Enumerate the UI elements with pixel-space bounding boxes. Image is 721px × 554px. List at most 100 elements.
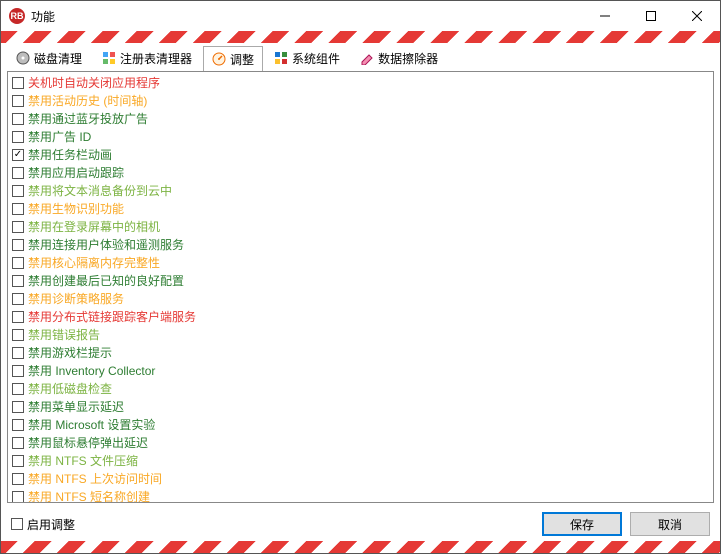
- list-item: 禁用通过蓝牙投放广告: [8, 110, 713, 128]
- tab-components[interactable]: 系统组件: [265, 45, 349, 71]
- item-checkbox[interactable]: [12, 365, 24, 377]
- item-label[interactable]: 禁用任务栏动画: [28, 146, 112, 164]
- tab-eraser[interactable]: 数据擦除器: [351, 45, 447, 71]
- item-checkbox[interactable]: [12, 221, 24, 233]
- item-checkbox[interactable]: [12, 473, 24, 485]
- item-label[interactable]: 禁用诊断策略服务: [28, 290, 124, 308]
- registry-icon: [102, 51, 116, 65]
- list-item: 禁用游戏栏提示: [8, 344, 713, 362]
- item-checkbox[interactable]: [12, 293, 24, 305]
- tab-disk[interactable]: 磁盘清理: [7, 45, 91, 71]
- list-item: 禁用分布式链接跟踪客户端服务: [8, 308, 713, 326]
- item-checkbox[interactable]: [12, 311, 24, 323]
- item-label[interactable]: 禁用鼠标悬停弹出延迟: [28, 434, 148, 452]
- item-label[interactable]: 禁用 NTFS 上次访问时间: [28, 470, 162, 488]
- item-label[interactable]: 禁用活动历史 (时间轴): [28, 92, 147, 110]
- list-item: 禁用 NTFS 文件压缩: [8, 452, 713, 470]
- item-checkbox[interactable]: [12, 383, 24, 395]
- titlebar: RB 功能: [1, 1, 720, 31]
- item-checkbox[interactable]: [12, 329, 24, 341]
- item-label[interactable]: 禁用广告 ID: [28, 128, 91, 146]
- tab-tune[interactable]: 调整: [203, 46, 263, 72]
- maximize-button[interactable]: [628, 1, 674, 31]
- list-item: 禁用 Inventory Collector: [8, 362, 713, 380]
- item-label[interactable]: 禁用游戏栏提示: [28, 344, 112, 362]
- list-item: 禁用核心隔离内存完整性: [8, 254, 713, 272]
- item-label[interactable]: 禁用错误报告: [28, 326, 100, 344]
- save-button[interactable]: 保存: [542, 512, 622, 536]
- components-icon: [274, 51, 288, 65]
- item-checkbox[interactable]: [12, 167, 24, 179]
- item-label[interactable]: 禁用创建最后已知的良好配置: [28, 272, 184, 290]
- item-label[interactable]: 禁用通过蓝牙投放广告: [28, 110, 148, 128]
- item-checkbox[interactable]: [12, 113, 24, 125]
- item-checkbox[interactable]: [12, 77, 24, 89]
- list-item: 禁用错误报告: [8, 326, 713, 344]
- eraser-icon: [360, 51, 374, 65]
- item-label[interactable]: 关机时自动关闭应用程序: [28, 74, 160, 92]
- tab-label: 系统组件: [292, 50, 340, 67]
- close-button[interactable]: [674, 1, 720, 31]
- item-label[interactable]: 禁用应用启动跟踪: [28, 164, 124, 182]
- item-checkbox[interactable]: [12, 491, 24, 502]
- list-item: 禁用广告 ID: [8, 128, 713, 146]
- disk-icon: [16, 51, 30, 65]
- item-label[interactable]: 禁用低磁盘检查: [28, 380, 112, 398]
- item-checkbox[interactable]: [12, 437, 24, 449]
- item-label[interactable]: 禁用 NTFS 文件压缩: [28, 452, 138, 470]
- tab-label: 注册表清理器: [120, 50, 192, 67]
- list-item: 禁用将文本消息备份到云中: [8, 182, 713, 200]
- tab-label: 数据擦除器: [378, 50, 438, 67]
- list-item: 禁用创建最后已知的良好配置: [8, 272, 713, 290]
- item-label[interactable]: 禁用在登录屏幕中的相机: [28, 218, 160, 236]
- list-item: 禁用应用启动跟踪: [8, 164, 713, 182]
- tune-icon: [212, 52, 226, 66]
- options-list[interactable]: 关机时自动关闭应用程序禁用活动历史 (时间轴)禁用通过蓝牙投放广告禁用广告 ID…: [8, 72, 713, 502]
- enable-tweak-checkbox[interactable]: [11, 518, 23, 530]
- footer: 启用调整 保存 取消: [1, 507, 720, 541]
- list-item: 禁用低磁盘检查: [8, 380, 713, 398]
- item-checkbox[interactable]: [12, 185, 24, 197]
- item-checkbox[interactable]: [12, 239, 24, 251]
- bottom-stripe: [1, 541, 720, 553]
- list-item: 禁用在登录屏幕中的相机: [8, 218, 713, 236]
- tab-label: 磁盘清理: [34, 50, 82, 67]
- top-stripe: [1, 31, 720, 43]
- item-checkbox[interactable]: [12, 149, 24, 161]
- item-checkbox[interactable]: [12, 203, 24, 215]
- item-label[interactable]: 禁用生物识别功能: [28, 200, 124, 218]
- list-item: 禁用 Microsoft 设置实验: [8, 416, 713, 434]
- item-checkbox[interactable]: [12, 455, 24, 467]
- item-checkbox[interactable]: [12, 347, 24, 359]
- cancel-button[interactable]: 取消: [630, 512, 710, 536]
- item-label[interactable]: 禁用将文本消息备份到云中: [28, 182, 172, 200]
- item-checkbox[interactable]: [12, 95, 24, 107]
- item-label[interactable]: 禁用 Microsoft 设置实验: [28, 416, 155, 434]
- item-checkbox[interactable]: [12, 401, 24, 413]
- item-checkbox[interactable]: [12, 419, 24, 431]
- enable-tweak-label: 启用调整: [27, 516, 75, 533]
- list-item: 禁用菜单显示延迟: [8, 398, 713, 416]
- item-label[interactable]: 禁用 NTFS 短名称创建: [28, 488, 150, 502]
- list-item: 禁用诊断策略服务: [8, 290, 713, 308]
- list-item: 禁用生物识别功能: [8, 200, 713, 218]
- window-title: 功能: [31, 8, 582, 25]
- window-controls: [582, 1, 720, 31]
- list-item: 禁用连接用户体验和遥测服务: [8, 236, 713, 254]
- minimize-button[interactable]: [582, 1, 628, 31]
- list-item: 禁用 NTFS 上次访问时间: [8, 470, 713, 488]
- list-item: 禁用 NTFS 短名称创建: [8, 488, 713, 502]
- item-label[interactable]: 禁用连接用户体验和遥测服务: [28, 236, 184, 254]
- options-panel: 关机时自动关闭应用程序禁用活动历史 (时间轴)禁用通过蓝牙投放广告禁用广告 ID…: [7, 71, 714, 503]
- item-checkbox[interactable]: [12, 275, 24, 287]
- item-label[interactable]: 禁用菜单显示延迟: [28, 398, 124, 416]
- tab-bar: 磁盘清理 注册表清理器 调整 系统组件 数据擦除器: [7, 45, 714, 71]
- tab-registry[interactable]: 注册表清理器: [93, 45, 201, 71]
- item-label[interactable]: 禁用核心隔离内存完整性: [28, 254, 160, 272]
- item-label[interactable]: 禁用分布式链接跟踪客户端服务: [28, 308, 196, 326]
- item-checkbox[interactable]: [12, 257, 24, 269]
- item-label[interactable]: 禁用 Inventory Collector: [28, 362, 155, 380]
- item-checkbox[interactable]: [12, 131, 24, 143]
- tab-label: 调整: [230, 51, 254, 68]
- app-icon: RB: [9, 8, 25, 24]
